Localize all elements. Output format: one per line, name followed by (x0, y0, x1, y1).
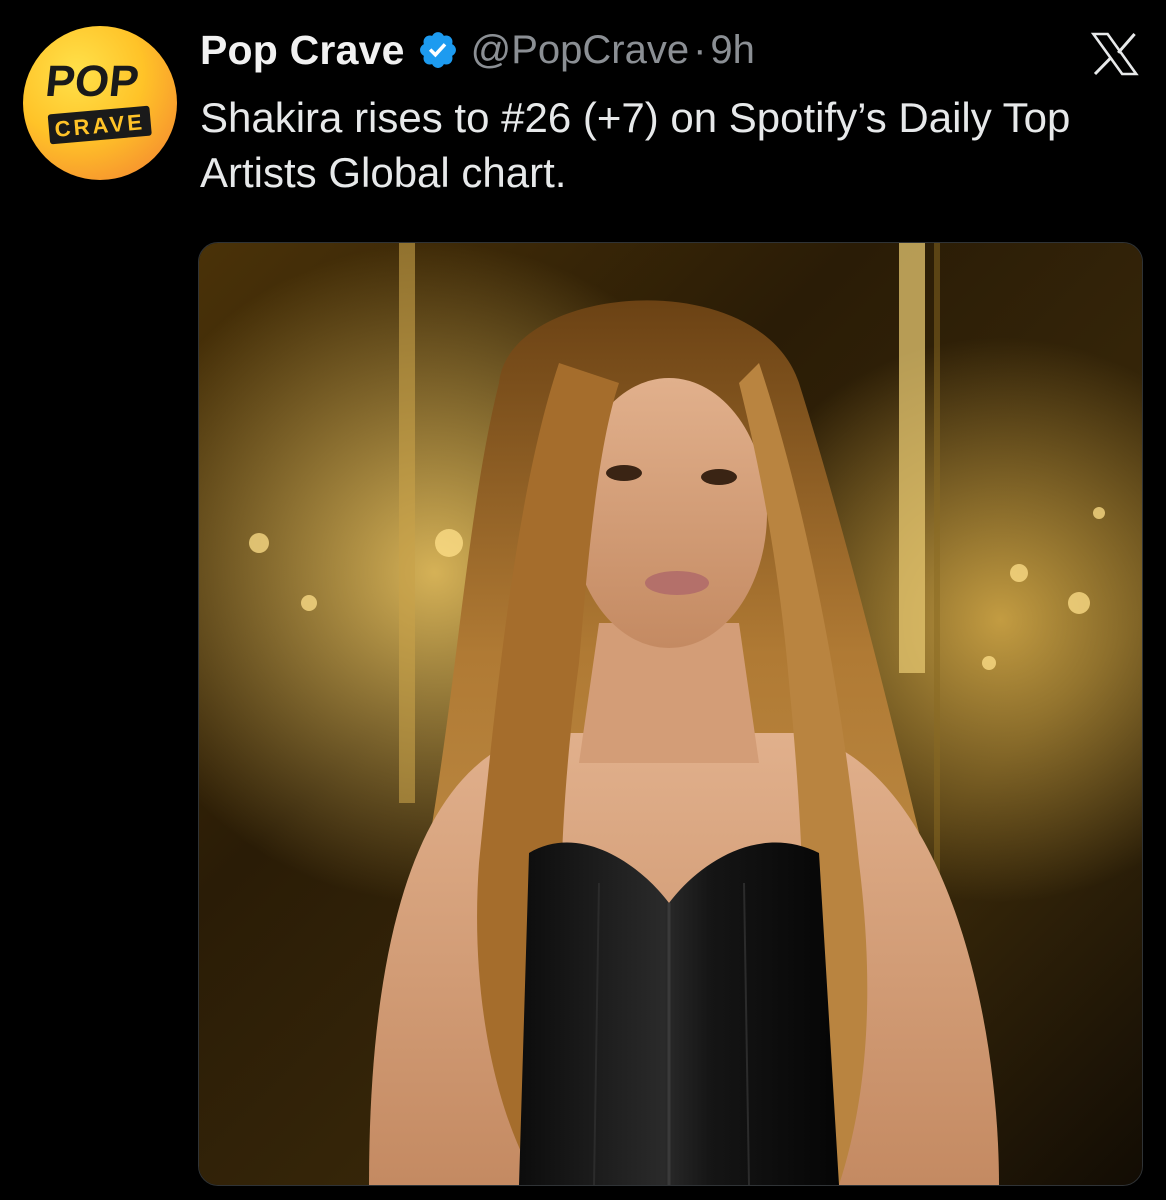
tweet-header: Pop Crave @PopCrave · 9h (200, 22, 755, 78)
pop-crave-logo: POP CRAVE (43, 57, 152, 145)
author-display-name[interactable]: Pop Crave (200, 27, 405, 74)
tweet-timestamp[interactable]: 9h (710, 28, 755, 73)
avatar-logo-top: POP (43, 57, 141, 106)
x-logo-icon (1090, 32, 1140, 76)
tweet-photo[interactable] (198, 242, 1143, 1186)
photo-artwork (199, 243, 1142, 1185)
author-handle[interactable]: @PopCrave (471, 28, 689, 73)
tweet-text: Shakira rises to #26 (+7) on Spotify’s D… (200, 94, 1071, 196)
separator-dot: · (693, 27, 707, 72)
tweet-card[interactable]: POP CRAVE Pop Crave @PopCrave · 9h Shaki… (0, 0, 1166, 1200)
verified-badge-icon[interactable] (417, 29, 459, 71)
avatar[interactable]: POP CRAVE (23, 26, 177, 180)
